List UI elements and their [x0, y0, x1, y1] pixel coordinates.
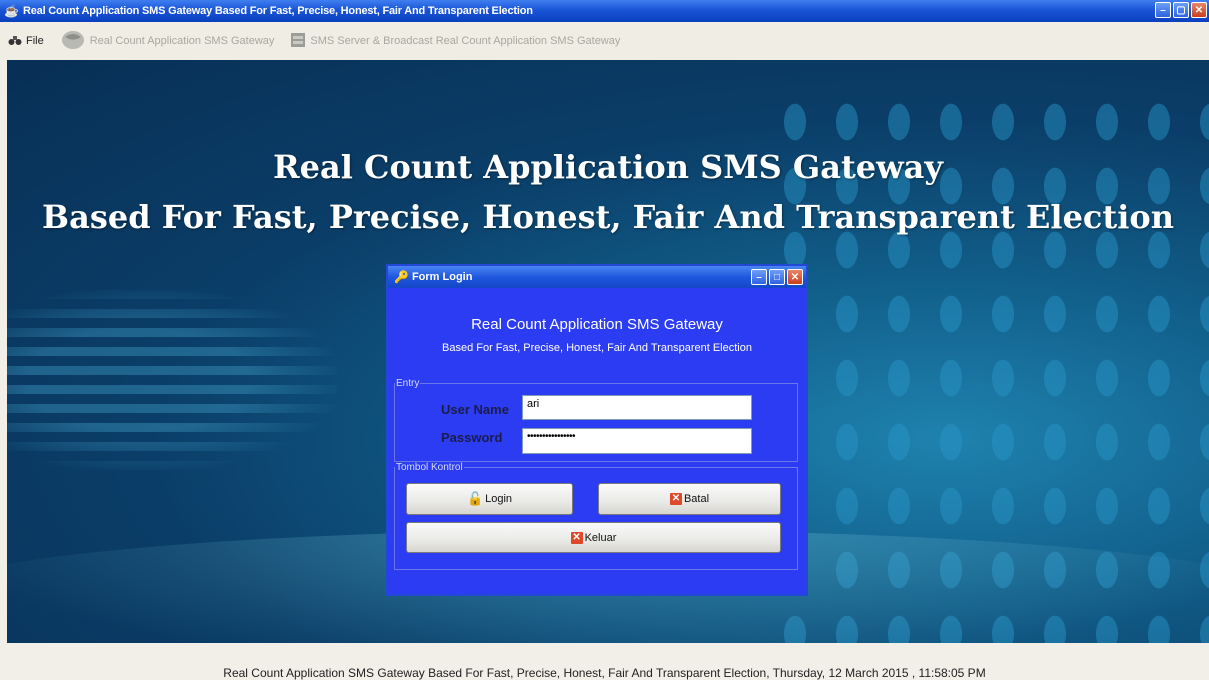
cancel-button[interactable]: ✕ Batal: [598, 483, 781, 515]
cancel-button-label: Batal: [683, 493, 710, 505]
control-legend: Tombol Kontrol: [396, 462, 463, 473]
dialog-titlebar: 🔑 Form Login – □ ✕: [388, 266, 806, 288]
dialog-heading: Real Count Application SMS Gateway: [471, 316, 723, 333]
dialog-subheading: Based For Fast, Precise, Honest, Fair An…: [442, 342, 752, 354]
exit-x-icon: ✕: [570, 531, 583, 544]
status-text: Real Count Application SMS Gateway Based…: [223, 666, 986, 680]
menu-bar: File Real Count Application SMS Gateway …: [0, 22, 1209, 60]
dialog-title: Form Login: [411, 271, 473, 283]
login-button-label: Login: [485, 493, 513, 505]
menu-sms-server[interactable]: SMS Server & Broadcast Real Count Applic…: [290, 32, 620, 51]
key-icon: 🔑: [394, 270, 409, 284]
dialog-minimize-button[interactable]: –: [751, 269, 767, 285]
login-dialog: 🔑 Form Login – □ ✕ Real Count Applicatio…: [386, 264, 808, 596]
menu-file[interactable]: File: [8, 34, 44, 49]
menu-real-count-label: Real Count Application SMS Gateway: [89, 35, 275, 47]
cancel-x-icon: ✕: [669, 493, 682, 505]
menu-real-count[interactable]: Real Count Application SMS Gateway: [60, 29, 275, 54]
globe-icon: [60, 29, 86, 54]
close-button[interactable]: ✕: [1191, 2, 1207, 18]
password-input[interactable]: ••••••••••••••••: [522, 428, 752, 454]
exit-button[interactable]: ✕ Keluar: [406, 522, 781, 553]
java-cup-icon: ☕: [4, 4, 19, 18]
username-label: User Name: [441, 402, 509, 417]
status-bar: Real Count Application SMS Gateway Based…: [0, 643, 1209, 680]
main-heading-line1: Real Count Application SMS Gateway: [273, 148, 943, 186]
window-titlebar: ☕ Real Count Application SMS Gateway Bas…: [0, 0, 1209, 22]
key-icon: 🔓: [466, 491, 484, 506]
login-button[interactable]: 🔓 Login: [406, 483, 573, 515]
minimize-button[interactable]: –: [1155, 2, 1171, 18]
binoculars-icon: [8, 34, 22, 49]
dialog-close-button[interactable]: ✕: [787, 269, 803, 285]
password-label: Password: [441, 430, 503, 445]
username-input[interactable]: ari: [522, 395, 752, 420]
menu-file-label: File: [26, 35, 44, 47]
background-stripes: [7, 290, 337, 470]
exit-button-label: Keluar: [584, 531, 617, 544]
server-icon: [290, 32, 306, 51]
menu-sms-server-label: SMS Server & Broadcast Real Count Applic…: [310, 35, 621, 47]
main-heading-line2: Based For Fast, Precise, Honest, Fair An…: [42, 198, 1174, 236]
window-controls: – ▢ ✕: [1155, 2, 1207, 18]
maximize-button[interactable]: ▢: [1173, 2, 1189, 18]
control-group: Tombol Kontrol: [394, 462, 798, 570]
dialog-window-controls: – □ ✕: [751, 269, 803, 285]
entry-legend: Entry: [396, 378, 420, 389]
dialog-maximize-button[interactable]: □: [769, 269, 785, 285]
window-title: Real Count Application SMS Gateway Based…: [23, 5, 533, 17]
